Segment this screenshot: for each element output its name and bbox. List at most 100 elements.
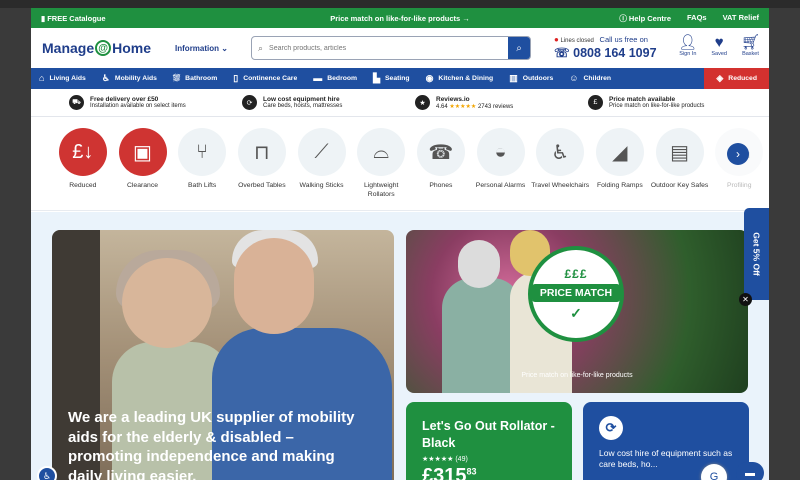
- usp-sub: Care beds, hoists, mattresses: [263, 103, 343, 109]
- site-logo[interactable]: Manage @ Home: [42, 40, 151, 56]
- category-label: Travel Wheelchairs: [531, 182, 590, 189]
- category-personal-alarms[interactable]: ◒ Personal Alarms: [471, 117, 531, 210]
- walking-stick-icon: ⟋: [297, 128, 346, 176]
- hero-photo-person: [122, 258, 212, 348]
- sale-tag-icon: £↓: [58, 128, 107, 176]
- search-icon: ⌕: [258, 42, 264, 53]
- logo-text-left: Manage: [42, 40, 95, 56]
- rollator-stars: ★★★★★: [422, 456, 454, 463]
- category-folding-ramps[interactable]: ◢ Folding Ramps: [590, 117, 650, 210]
- usp-delivery[interactable]: ⛟ Free delivery over £50 Installation avai…: [31, 95, 204, 110]
- nav-kitchen-dining[interactable]: ◉ Kitchen & Dining: [418, 68, 502, 89]
- category-label: Bath Lifts: [188, 182, 217, 189]
- accessibility-icon[interactable]: ♿︎: [37, 466, 57, 480]
- usp-title: Free delivery over £50: [90, 96, 159, 103]
- nav-label: Bathroom: [185, 75, 218, 82]
- status-dot-icon: ●: [554, 35, 559, 44]
- person-icon: 👤︎: [678, 34, 698, 51]
- nav-label: Continence Care: [243, 75, 298, 82]
- rollator-promo-card[interactable]: Let's Go Out Rollator - Black ★★★★★ (49)…: [406, 402, 572, 480]
- close-icon[interactable]: ✕: [739, 293, 752, 306]
- call-label: Call us free on: [599, 35, 648, 44]
- faqs-link[interactable]: FAQs: [687, 13, 707, 24]
- continence-icon: ▯: [233, 73, 239, 83]
- banner-photo-person: [458, 240, 500, 288]
- discount-side-tab[interactable]: Get 5% Off: [744, 208, 769, 300]
- chevron-right-icon: ›: [736, 147, 740, 161]
- usp-strip: ⛟ Free delivery over £50 Installation avai…: [31, 89, 769, 117]
- nav-label: Living Aids: [49, 75, 86, 82]
- nav-outdoors[interactable]: ▥ Outdoors: [501, 68, 561, 89]
- nav-continence-care[interactable]: ▯ Continence Care: [225, 68, 305, 89]
- nav-label: Children: [583, 75, 612, 82]
- usp-title: Reviews.io: [436, 95, 470, 103]
- vat-relief-link[interactable]: VAT Relief: [723, 13, 759, 24]
- chevron-down-icon: ⌄: [221, 43, 228, 53]
- sign-in-button[interactable]: 👤︎ Sign In: [678, 34, 697, 57]
- nav-reduced[interactable]: ◈ Reduced: [704, 68, 769, 89]
- saved-button[interactable]: ♥ Saved: [711, 34, 727, 57]
- nav-children[interactable]: ☺ Children: [561, 68, 619, 89]
- nav-bedroom[interactable]: ▬ Bedroom: [305, 68, 365, 89]
- price-match-caption: Price match on like-for-like products: [521, 372, 633, 379]
- category-phones[interactable]: ☎ Phones: [411, 117, 471, 210]
- catalogue-link[interactable]: ▮ FREE Catalogue: [41, 14, 106, 23]
- rollator-icon: ⌓: [357, 128, 406, 176]
- category-reduced[interactable]: £↓ Reduced: [53, 117, 113, 210]
- nav-living-aids[interactable]: ⌂ Living Aids: [31, 68, 94, 89]
- category-label: Profiling: [726, 182, 752, 189]
- saved-label: Saved: [711, 51, 727, 57]
- usp-sub: Installation available on select items: [90, 103, 186, 109]
- nav-label: Mobility Aids: [114, 75, 157, 82]
- bed-icon: ▬: [313, 73, 323, 83]
- usp-reviews[interactable]: ★ Reviews.io 4.64 ★★★★★ 2743 reviews: [377, 95, 550, 110]
- nav-mobility-aids[interactable]: ♿︎ Mobility Aids: [94, 68, 165, 89]
- category-overbed-tables[interactable]: ⊓ Overbed Tables: [232, 117, 292, 210]
- nav-label: Kitchen & Dining: [438, 75, 494, 82]
- carousel-next-button[interactable]: ›: [727, 143, 749, 165]
- category-rollators[interactable]: ⌓ Lightweight Rollators: [351, 117, 411, 210]
- category-label: Outdoor Key Safes: [650, 182, 709, 189]
- phone-number: 0808 164 1097: [573, 46, 657, 60]
- category-key-safes[interactable]: ▤ Outdoor Key Safes: [650, 117, 710, 210]
- wheelchair-icon: ♿︎: [101, 73, 110, 83]
- nav-bathroom[interactable]: ⛆ Bathroom: [165, 68, 225, 89]
- nav-label: Reduced: [728, 75, 757, 82]
- information-menu[interactable]: Information ⌄: [175, 44, 228, 53]
- usp-sub: Price match on like-for-like products: [609, 103, 705, 109]
- search-input[interactable]: [263, 44, 508, 52]
- rollator-pence: 83: [466, 466, 477, 477]
- search-bar: ⌕ ⌕: [251, 36, 531, 60]
- category-label: Reduced: [69, 182, 97, 189]
- rollator-title: Let's Go Out Rollator - Black: [422, 419, 555, 450]
- nav-label: Outdoors: [522, 75, 554, 82]
- basket-label: Basket: [742, 51, 759, 57]
- phone-icon: ☏: [554, 46, 570, 60]
- ramp-icon: ◢: [595, 128, 644, 176]
- table-icon: ⊓: [237, 128, 286, 176]
- usp-price-match[interactable]: £ Price match available Price match on lik…: [550, 95, 723, 110]
- star-icon: ★: [415, 95, 430, 110]
- nav-label: Seating: [385, 75, 410, 82]
- price-match-banner[interactable]: £££ PRICE MATCH ✓ Price match on like-fo…: [406, 230, 748, 393]
- chat-icon[interactable]: ▬: [736, 462, 764, 480]
- category-walking-sticks[interactable]: ⟋ Walking Sticks: [292, 117, 352, 210]
- help-centre-link[interactable]: ⓘ Help Centre: [619, 13, 671, 24]
- phone-contact[interactable]: ● Lines closed Call us free on ☏ 0808 16…: [554, 35, 657, 60]
- usp-title: Low cost equipment hire: [263, 96, 340, 103]
- information-label: Information: [175, 43, 220, 53]
- check-icon: ✓: [570, 304, 582, 321]
- chair-icon: ▙: [373, 73, 380, 83]
- category-clearance[interactable]: ▣ Clearance: [113, 117, 173, 210]
- truck-icon: ⛟: [69, 95, 84, 110]
- category-bath-lifts[interactable]: ⑂ Bath Lifts: [172, 117, 232, 210]
- nav-seating[interactable]: ▙ Seating: [365, 68, 417, 89]
- hero-main-banner[interactable]: We are a leading UK supplier of mobility…: [52, 230, 394, 480]
- badge-pounds: £££: [564, 266, 588, 281]
- basket-button[interactable]: 🛒︎ Basket: [741, 34, 760, 57]
- category-travel-wheelchairs[interactable]: ♿︎ Travel Wheelchairs: [530, 117, 590, 210]
- usp-hire[interactable]: ⟳ Low cost equipment hire Care beds, hoist…: [204, 95, 377, 110]
- search-button[interactable]: ⌕: [508, 37, 530, 59]
- usp-title: Price match available: [609, 96, 676, 103]
- category-label: Folding Ramps: [597, 182, 643, 189]
